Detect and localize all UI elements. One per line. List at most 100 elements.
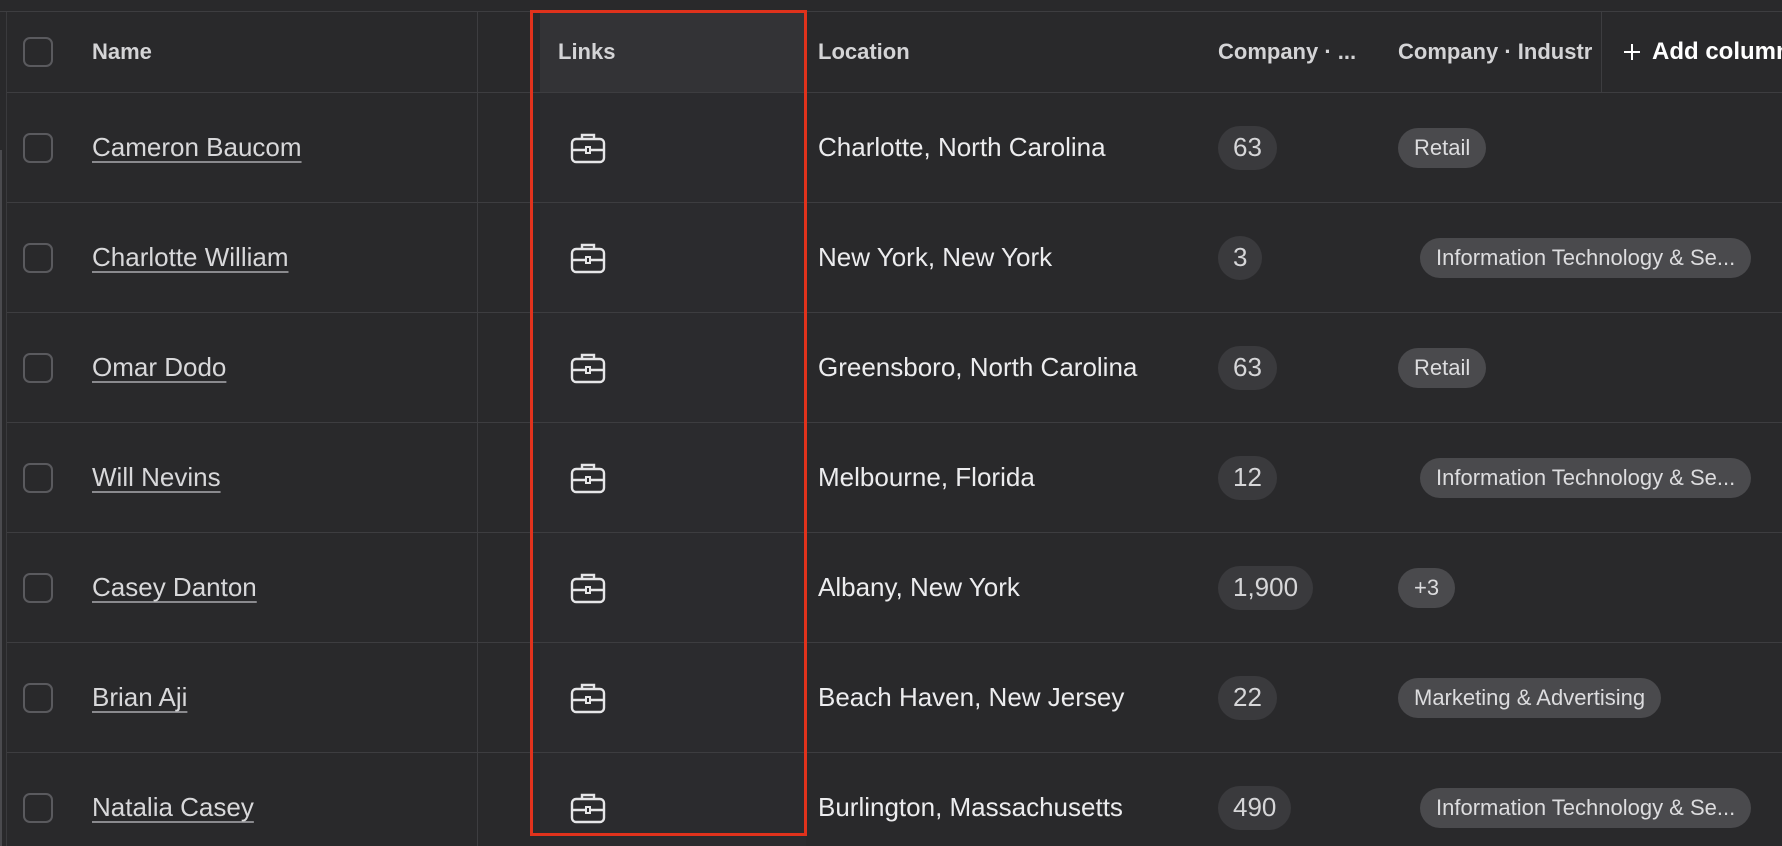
row-select-cell	[23, 643, 53, 752]
employee-count-pill: 63	[1218, 345, 1277, 390]
row-checkbox[interactable]	[23, 682, 53, 713]
add-column-label: Add column	[1652, 38, 1782, 65]
employee-count-pill: 22	[1218, 675, 1277, 720]
industry-tag: Information Technology & Se...	[1420, 457, 1752, 498]
column-divider[interactable]	[1601, 12, 1602, 92]
industry-tag: Marketing & Advertising	[1398, 677, 1662, 718]
column-header-name-label: Name	[92, 39, 152, 64]
company-industry-cell: Information Technology & Se...	[1420, 423, 1752, 532]
company-industry-cell: Information Technology & Se...	[1420, 753, 1752, 846]
location-cell: Beach Haven, New Jersey	[818, 643, 1124, 752]
name-cell: Brian Aji	[92, 643, 187, 752]
table-row[interactable]: Natalia Casey Burlington, Massachusetts …	[7, 753, 1782, 846]
briefcase-icon[interactable]	[568, 678, 608, 718]
employee-count-pill: 63	[1218, 125, 1277, 170]
person-name-link[interactable]: Cameron Baucom	[92, 132, 302, 163]
select-all-checkbox[interactable]	[23, 37, 53, 67]
briefcase-icon[interactable]	[568, 348, 608, 388]
links-cell	[568, 643, 608, 752]
table-header-row: Name Links Location Company · ... Compan…	[7, 12, 1782, 93]
name-cell: Omar Dodo	[92, 313, 226, 422]
table-row[interactable]: Cameron Baucom Charlotte, North Carolina…	[7, 93, 1782, 203]
column-header-company-size[interactable]: Company · ...	[1218, 12, 1356, 92]
table-row[interactable]: Will Nevins Melbourne, Florida 12 Inform…	[7, 423, 1782, 533]
row-checkbox[interactable]	[23, 242, 53, 273]
name-cell: Will Nevins	[92, 423, 221, 532]
location-cell: Charlotte, North Carolina	[818, 93, 1106, 202]
links-cell	[568, 313, 608, 422]
row-select-cell	[23, 313, 53, 422]
location-text: Burlington, Massachusetts	[818, 792, 1123, 822]
industry-tag: Retail	[1398, 347, 1487, 388]
row-checkbox[interactable]	[23, 462, 53, 493]
row-select-cell	[23, 203, 53, 312]
select-all-cell	[23, 12, 53, 92]
location-text: Beach Haven, New Jersey	[818, 682, 1125, 712]
company-size-cell: 63	[1218, 313, 1277, 422]
column-header-location-label: Location	[818, 39, 910, 64]
briefcase-icon[interactable]	[568, 238, 608, 278]
name-cell: Natalia Casey	[92, 753, 254, 846]
name-cell: Casey Danton	[92, 533, 257, 642]
column-header-company-industry[interactable]: Company · Industr	[1398, 12, 1604, 92]
location-cell: New York, New York	[818, 203, 1052, 312]
column-header-links[interactable]: Links	[558, 12, 615, 92]
briefcase-icon[interactable]	[568, 788, 608, 828]
employee-count-pill: 3	[1218, 235, 1263, 280]
column-header-company-size-label: Company · ...	[1218, 39, 1357, 64]
links-cell	[568, 423, 608, 532]
employee-count-pill: 12	[1218, 455, 1277, 500]
table-row[interactable]: Casey Danton Albany, New York 1,900 +3	[7, 533, 1782, 643]
column-header-location[interactable]: Location	[818, 12, 910, 92]
briefcase-icon[interactable]	[568, 568, 608, 608]
location-cell: Albany, New York	[818, 533, 1020, 642]
industry-tag: Information Technology & Se...	[1420, 787, 1752, 828]
column-header-links-label: Links	[558, 39, 616, 64]
person-name-link[interactable]: Omar Dodo	[92, 352, 226, 383]
company-size-cell: 63	[1218, 93, 1277, 202]
company-industry-cell: +3	[1398, 533, 1456, 642]
employee-count-pill: 1,900	[1218, 565, 1314, 610]
row-select-cell	[23, 753, 53, 846]
name-cell: Cameron Baucom	[92, 93, 302, 202]
employee-count-pill: 490	[1218, 785, 1292, 830]
table-row[interactable]: Brian Aji Beach Haven, New Jersey 22 Mar…	[7, 643, 1782, 753]
more-industries-tag[interactable]: +3	[1398, 567, 1456, 608]
row-select-cell	[23, 533, 53, 642]
column-header-name[interactable]: Name	[92, 12, 152, 92]
company-size-cell: 1,900	[1218, 533, 1314, 642]
column-header-company-industry-label: Company · Industr	[1398, 39, 1593, 64]
briefcase-icon[interactable]	[568, 128, 608, 168]
location-cell: Melbourne, Florida	[818, 423, 1035, 532]
name-cell: Charlotte William	[92, 203, 289, 312]
person-name-link[interactable]: Will Nevins	[92, 462, 221, 493]
company-size-cell: 22	[1218, 643, 1277, 752]
location-text: Melbourne, Florida	[818, 462, 1035, 492]
person-name-link[interactable]: Brian Aji	[92, 682, 187, 713]
location-text: Greensboro, North Carolina	[818, 352, 1138, 382]
location-text: New York, New York	[818, 242, 1053, 272]
add-column-button[interactable]: Add column	[1622, 12, 1782, 92]
location-text: Albany, New York	[818, 572, 1020, 602]
person-name-link[interactable]: Casey Danton	[92, 572, 257, 603]
table-row[interactable]: Omar Dodo Greensboro, North Carolina 63 …	[7, 313, 1782, 423]
row-select-cell	[23, 423, 53, 532]
company-industry-cell: Information Technology & Se...	[1420, 203, 1752, 312]
table-row[interactable]: Charlotte William New York, New York 3 I…	[7, 203, 1782, 313]
row-checkbox[interactable]	[23, 132, 53, 163]
person-name-link[interactable]: Charlotte William	[92, 242, 289, 273]
links-cell	[568, 203, 608, 312]
location-text: Charlotte, North Carolina	[818, 132, 1106, 162]
company-industry-cell: Marketing & Advertising	[1398, 643, 1662, 752]
row-select-cell	[23, 93, 53, 202]
briefcase-icon[interactable]	[568, 458, 608, 498]
row-checkbox[interactable]	[23, 792, 53, 823]
row-checkbox[interactable]	[23, 352, 53, 383]
industry-tag: Information Technology & Se...	[1420, 237, 1752, 278]
table-left-accent	[0, 150, 2, 846]
row-checkbox[interactable]	[23, 572, 53, 603]
person-name-link[interactable]: Natalia Casey	[92, 792, 254, 823]
people-table: Name Links Location Company · ... Compan…	[0, 0, 1782, 846]
location-cell: Burlington, Massachusetts	[818, 753, 1123, 846]
company-size-cell: 3	[1218, 203, 1263, 312]
